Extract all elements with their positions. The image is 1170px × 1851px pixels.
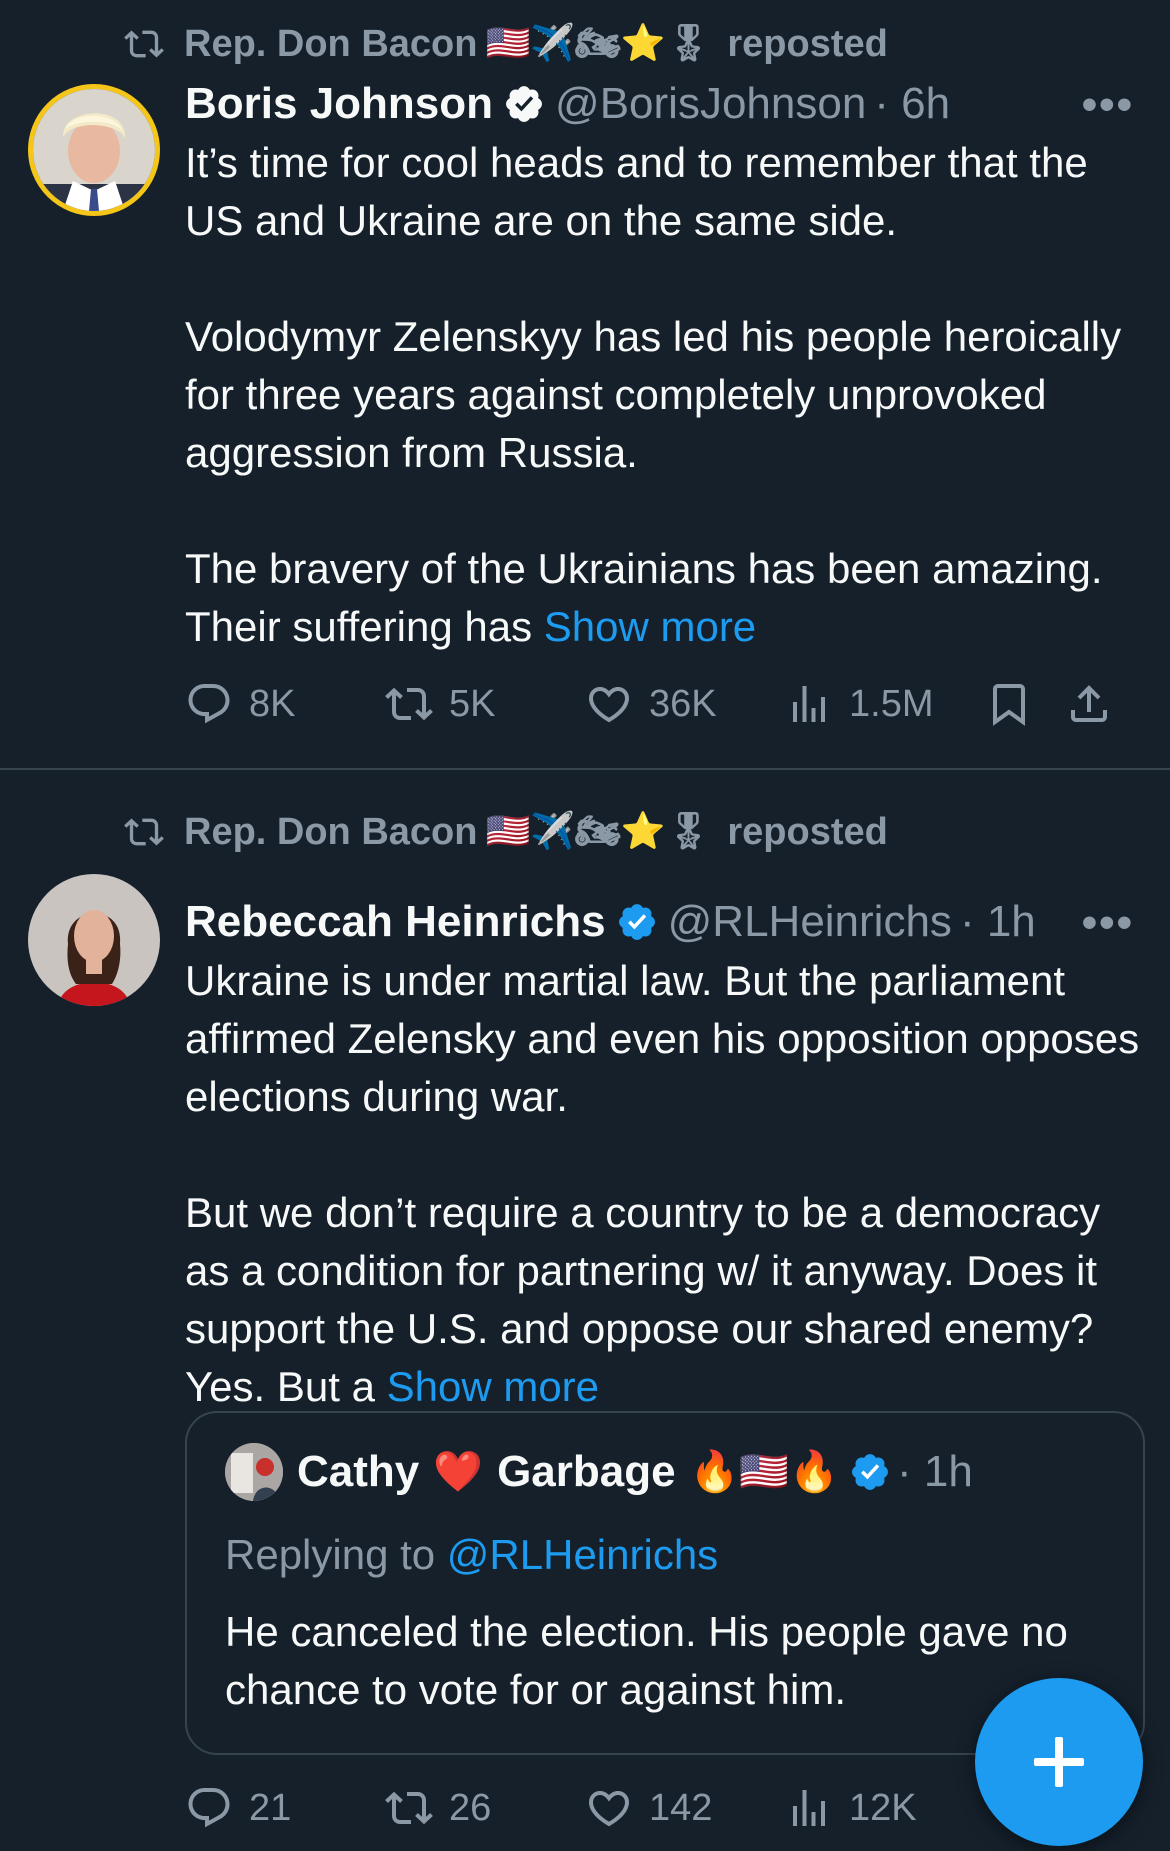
tweet-time[interactable]: · 6h <box>874 79 950 129</box>
tweet-paragraph: The bravery of the Ukrainians has been a… <box>185 540 1145 656</box>
reply-button[interactable]: 21 <box>185 1784 385 1832</box>
reposter-name[interactable]: Rep. Don Bacon <box>184 23 477 66</box>
quoted-tweet-header: Cathy ❤️ Garbage 🔥🇺🇸🔥 · 1h <box>225 1439 973 1505</box>
more-options-icon[interactable]: ••• <box>1082 80 1134 130</box>
plus-icon <box>1034 1737 1084 1787</box>
like-button[interactable]: 142 <box>585 1784 785 1832</box>
replying-to: Replying to @RLHeinrichs <box>225 1531 718 1579</box>
reply-icon <box>188 684 230 724</box>
tweet-paragraph-text: But we don’t require a country to be a d… <box>185 1189 1101 1410</box>
replying-to-mention[interactable]: @RLHeinrichs <box>447 1531 718 1578</box>
repost-icon <box>385 687 433 721</box>
repost-count: 5K <box>449 682 496 725</box>
bookmark-button[interactable] <box>985 680 1065 728</box>
repost-count: 26 <box>449 1786 492 1829</box>
more-options-icon[interactable]: ••• <box>1082 898 1134 948</box>
quoted-author-name-first[interactable]: Cathy <box>297 1447 419 1497</box>
author-handle[interactable]: @RLHeinrichs <box>668 897 952 947</box>
verified-badge-icon <box>852 1454 888 1490</box>
repost-icon <box>124 30 164 58</box>
avatar-image <box>28 874 160 1006</box>
reposter-name[interactable]: Rep. Don Bacon <box>184 811 477 854</box>
compose-button[interactable] <box>975 1678 1143 1846</box>
avatar-image <box>225 1443 283 1501</box>
repost-button[interactable]: 26 <box>385 1784 585 1832</box>
reposted-label: reposted <box>727 810 888 853</box>
repost-indicator: Rep. Don Bacon 🇺🇸✈️🏍⭐🎖 reposted <box>122 806 888 858</box>
repost-icon <box>385 1791 433 1825</box>
repost-indicator: Rep. Don Bacon 🇺🇸✈️🏍⭐🎖 reposted <box>122 18 888 70</box>
heart-icon <box>588 1791 630 1827</box>
share-button[interactable] <box>1065 680 1135 728</box>
quoted-author-avatar[interactable] <box>225 1443 283 1501</box>
action-bar: 8K 5K 36K 1.5M <box>185 674 1135 734</box>
author-handle[interactable]: @BorisJohnson <box>555 79 866 129</box>
reply-count: 21 <box>249 1786 292 1829</box>
heart-icon <box>588 687 630 723</box>
tweet-paragraph: It’s time for cool heads and to remember… <box>185 139 1088 244</box>
avatar[interactable] <box>28 874 160 1006</box>
like-count: 36K <box>649 682 717 725</box>
reposter-emojis: 🇺🇸✈️🏍⭐🎖 <box>485 811 712 852</box>
tweet-time[interactable]: · 1h <box>960 897 1036 947</box>
views-icon <box>793 686 825 722</box>
reposter-emojis: 🇺🇸✈️🏍⭐🎖 <box>485 23 712 64</box>
reposted-label: reposted <box>727 22 888 65</box>
view-count: 12K <box>849 1786 917 1829</box>
views-icon <box>793 1790 825 1826</box>
heart-emoji-icon: ❤️ <box>433 1449 484 1495</box>
tweet[interactable]: Rep. Don Bacon 🇺🇸✈️🏍⭐🎖 reposted Boris Jo… <box>0 0 1170 770</box>
verified-badge-icon <box>618 904 655 940</box>
show-more-link[interactable]: Show more <box>544 603 756 650</box>
tweet-paragraph: Ukraine is under martial law. But the pa… <box>185 957 1140 1120</box>
reply-button[interactable]: 8K <box>185 680 385 728</box>
views-button[interactable]: 1.5M <box>785 680 985 728</box>
author-name[interactable]: Rebeccah Heinrichs <box>185 897 606 947</box>
quoted-author-emojis: 🔥🇺🇸🔥 <box>689 1449 839 1495</box>
share-icon <box>1071 685 1107 722</box>
quoted-tweet-text: He canceled the election. His people gav… <box>225 1608 1068 1713</box>
author-name[interactable]: Boris Johnson <box>185 79 493 129</box>
quoted-tweet-time[interactable]: · 1h <box>897 1447 973 1497</box>
avatar[interactable] <box>28 84 160 216</box>
like-count: 142 <box>649 1786 713 1829</box>
tweet-header: Rebeccah Heinrichs @RLHeinrichs · 1h <box>185 892 1036 952</box>
avatar-image <box>33 89 155 211</box>
views-button[interactable]: 12K <box>785 1784 985 1832</box>
like-button[interactable]: 36K <box>585 680 785 728</box>
bookmark-icon <box>993 684 1025 726</box>
tweet-text: It’s time for cool heads and to remember… <box>185 134 1145 656</box>
tweet-paragraph: Volodymyr Zelenskyy has led his people h… <box>185 313 1122 476</box>
verified-badge-icon <box>506 86 542 122</box>
repost-icon <box>124 818 164 846</box>
show-more-link[interactable]: Show more <box>387 1363 599 1410</box>
reply-icon <box>188 1788 230 1828</box>
replying-to-label: Replying to <box>225 1531 436 1578</box>
tweet[interactable]: Rep. Don Bacon 🇺🇸✈️🏍⭐🎖 reposted Rebeccah… <box>0 770 1170 1851</box>
reply-count: 8K <box>249 682 296 725</box>
tweet-paragraph: But we don’t require a country to be a d… <box>185 1184 1145 1416</box>
repost-button[interactable]: 5K <box>385 680 585 728</box>
tweet-text: Ukraine is under martial law. But the pa… <box>185 952 1145 1416</box>
quoted-author-name-last[interactable]: Garbage <box>497 1447 676 1497</box>
tweet-header: Boris Johnson @BorisJohnson · 6h <box>185 74 950 134</box>
view-count: 1.5M <box>849 682 934 725</box>
